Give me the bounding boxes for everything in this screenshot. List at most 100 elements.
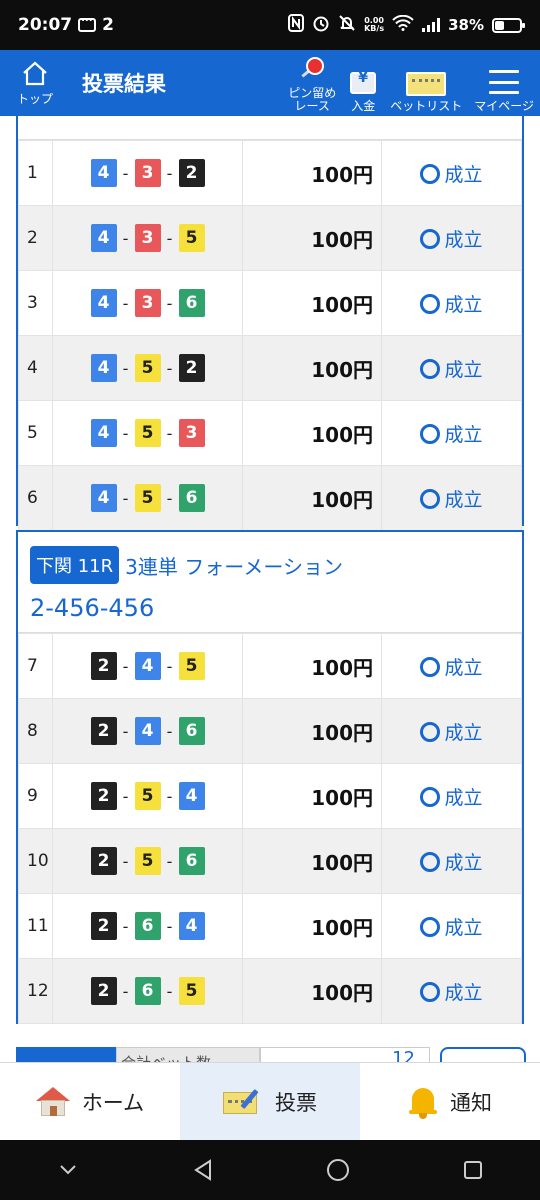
- combo-separator: -: [122, 721, 129, 741]
- bet-combination: 4-5-6: [52, 465, 243, 531]
- bet-status-label: 成立: [444, 656, 483, 679]
- row-number: 2: [18, 205, 53, 271]
- circle-icon: [420, 163, 441, 184]
- combo-separator: -: [166, 981, 173, 1001]
- tab-home[interactable]: ホーム: [0, 1063, 180, 1140]
- tab-home-label: ホーム: [81, 1090, 145, 1115]
- bet-status-label: 成立: [444, 721, 483, 744]
- combo-separator: -: [166, 786, 173, 806]
- bet-status: 成立: [381, 140, 522, 206]
- tab-vote-label: 投票: [275, 1090, 317, 1115]
- boat-number-badge: 6: [178, 717, 205, 745]
- summary-tab: [16, 1047, 116, 1062]
- bet-status: 成立: [381, 205, 522, 271]
- circle-icon: [420, 656, 441, 677]
- recents-icon[interactable]: [453, 1150, 493, 1190]
- bet-combination: 2-6-4: [52, 893, 243, 959]
- signal-icon: [422, 18, 441, 32]
- back-icon[interactable]: [183, 1150, 223, 1190]
- bet-status: 成立: [381, 270, 522, 336]
- circle-icon: [420, 293, 441, 314]
- bet-type: 3連単 フォーメーション: [125, 554, 344, 579]
- pin-race-label: ピン留め レース: [288, 86, 337, 113]
- circle-icon: [420, 981, 441, 1002]
- combo-separator: -: [166, 163, 173, 183]
- bet-status: 成立: [381, 763, 522, 829]
- bet-status: 成立: [381, 958, 522, 1024]
- bet-row: 6 4-5-6 100円 成立: [18, 465, 522, 531]
- combo-separator: -: [122, 488, 129, 508]
- bet-status: 成立: [381, 465, 522, 531]
- mypage-label: マイページ: [474, 99, 534, 113]
- home-circle-icon[interactable]: [318, 1150, 358, 1190]
- combo-separator: -: [122, 228, 129, 248]
- row-number: 5: [18, 400, 53, 466]
- message-icon: [78, 13, 97, 32]
- bet-list-button[interactable]: ベットリスト: [384, 53, 468, 113]
- page-title: 投票結果: [82, 72, 166, 96]
- home-outline-icon: [23, 61, 47, 85]
- combo-separator: -: [166, 358, 173, 378]
- summary-button[interactable]: [440, 1047, 526, 1062]
- bet-status: 成立: [381, 828, 522, 894]
- bet-row: 1 4-3-2 100円 成立: [18, 140, 522, 206]
- top-button[interactable]: トップ: [0, 50, 70, 116]
- vote-icon: [223, 1088, 263, 1116]
- alarm-icon: [312, 14, 330, 36]
- combo-separator: -: [166, 721, 173, 741]
- combo-separator: -: [166, 851, 173, 871]
- results-content[interactable]: 1 4-3-2 100円 成立 2 4-3-5 100円 成立 3 4-3-6 100円 成立 4 4-5…: [0, 116, 540, 1062]
- battery-icon: [492, 17, 525, 33]
- mypage-button[interactable]: マイページ: [468, 53, 540, 113]
- bet-list-label: ベットリスト: [390, 99, 463, 113]
- combo-separator: -: [122, 163, 129, 183]
- bet-row: 10 2-5-6 100円 成立: [18, 828, 522, 894]
- wifi-icon: [392, 14, 414, 35]
- ticket-icon: [406, 72, 447, 96]
- boat-number-badge: 4: [90, 484, 117, 512]
- race-badge[interactable]: 下関 11R: [30, 546, 120, 584]
- bet-combination: 2-4-6: [52, 698, 243, 764]
- combo-separator: -: [122, 786, 129, 806]
- pin-race-button[interactable]: ピン留め レース: [282, 53, 342, 113]
- boat-number-badge: 2: [178, 159, 205, 187]
- atm-icon: [348, 70, 378, 96]
- combo-separator: -: [122, 981, 129, 1001]
- boat-number-badge: 4: [178, 782, 205, 810]
- bet-row: 8 2-4-6 100円 成立: [18, 698, 522, 764]
- bet-combination: 2-5-6: [52, 828, 243, 894]
- row-number: 8: [18, 698, 53, 764]
- app-header: トップ 投票結果 ピン留め レース 入金 ベットリスト マイページ: [0, 50, 540, 116]
- boat-number-badge: 6: [178, 289, 205, 317]
- deposit-button[interactable]: 入金: [342, 53, 384, 113]
- pin-icon: [295, 57, 329, 87]
- tab-vote[interactable]: 投票: [180, 1063, 360, 1140]
- combo-separator: -: [122, 916, 129, 936]
- combo-separator: -: [122, 851, 129, 871]
- summary-partial: 合計ベット数 12: [16, 1047, 526, 1062]
- circle-icon: [420, 488, 441, 509]
- boat-number-badge: 3: [134, 289, 161, 317]
- tab-notice[interactable]: 通知: [360, 1063, 540, 1140]
- bet-combination: 4-3-6: [52, 270, 243, 336]
- bet-status: 成立: [381, 893, 522, 959]
- bet-selection: 2-456-456: [30, 594, 155, 622]
- row-number: 6: [18, 465, 53, 531]
- boat-number-badge: 2: [90, 782, 117, 810]
- boat-number-badge: 2: [178, 354, 205, 382]
- bet-status-label: 成立: [444, 488, 483, 511]
- bet-group-card: 下関 11R 3連単 フォーメーション 2-456-456 7 2-4-5 100円…: [16, 530, 524, 1024]
- boat-number-badge: 5: [134, 484, 161, 512]
- boat-number-badge: 5: [178, 652, 205, 680]
- chevron-down-icon[interactable]: [48, 1150, 88, 1190]
- boat-number-badge: 2: [90, 652, 117, 680]
- circle-icon: [420, 358, 441, 379]
- combo-separator: -: [122, 358, 129, 378]
- boat-number-badge: 4: [90, 419, 117, 447]
- boat-number-badge: 4: [90, 224, 117, 252]
- bell-icon: [408, 1085, 438, 1119]
- boat-number-badge: 5: [178, 224, 205, 252]
- bet-row: 4 4-5-2 100円 成立: [18, 335, 522, 401]
- combo-separator: -: [166, 488, 173, 508]
- boat-number-badge: 2: [90, 847, 117, 875]
